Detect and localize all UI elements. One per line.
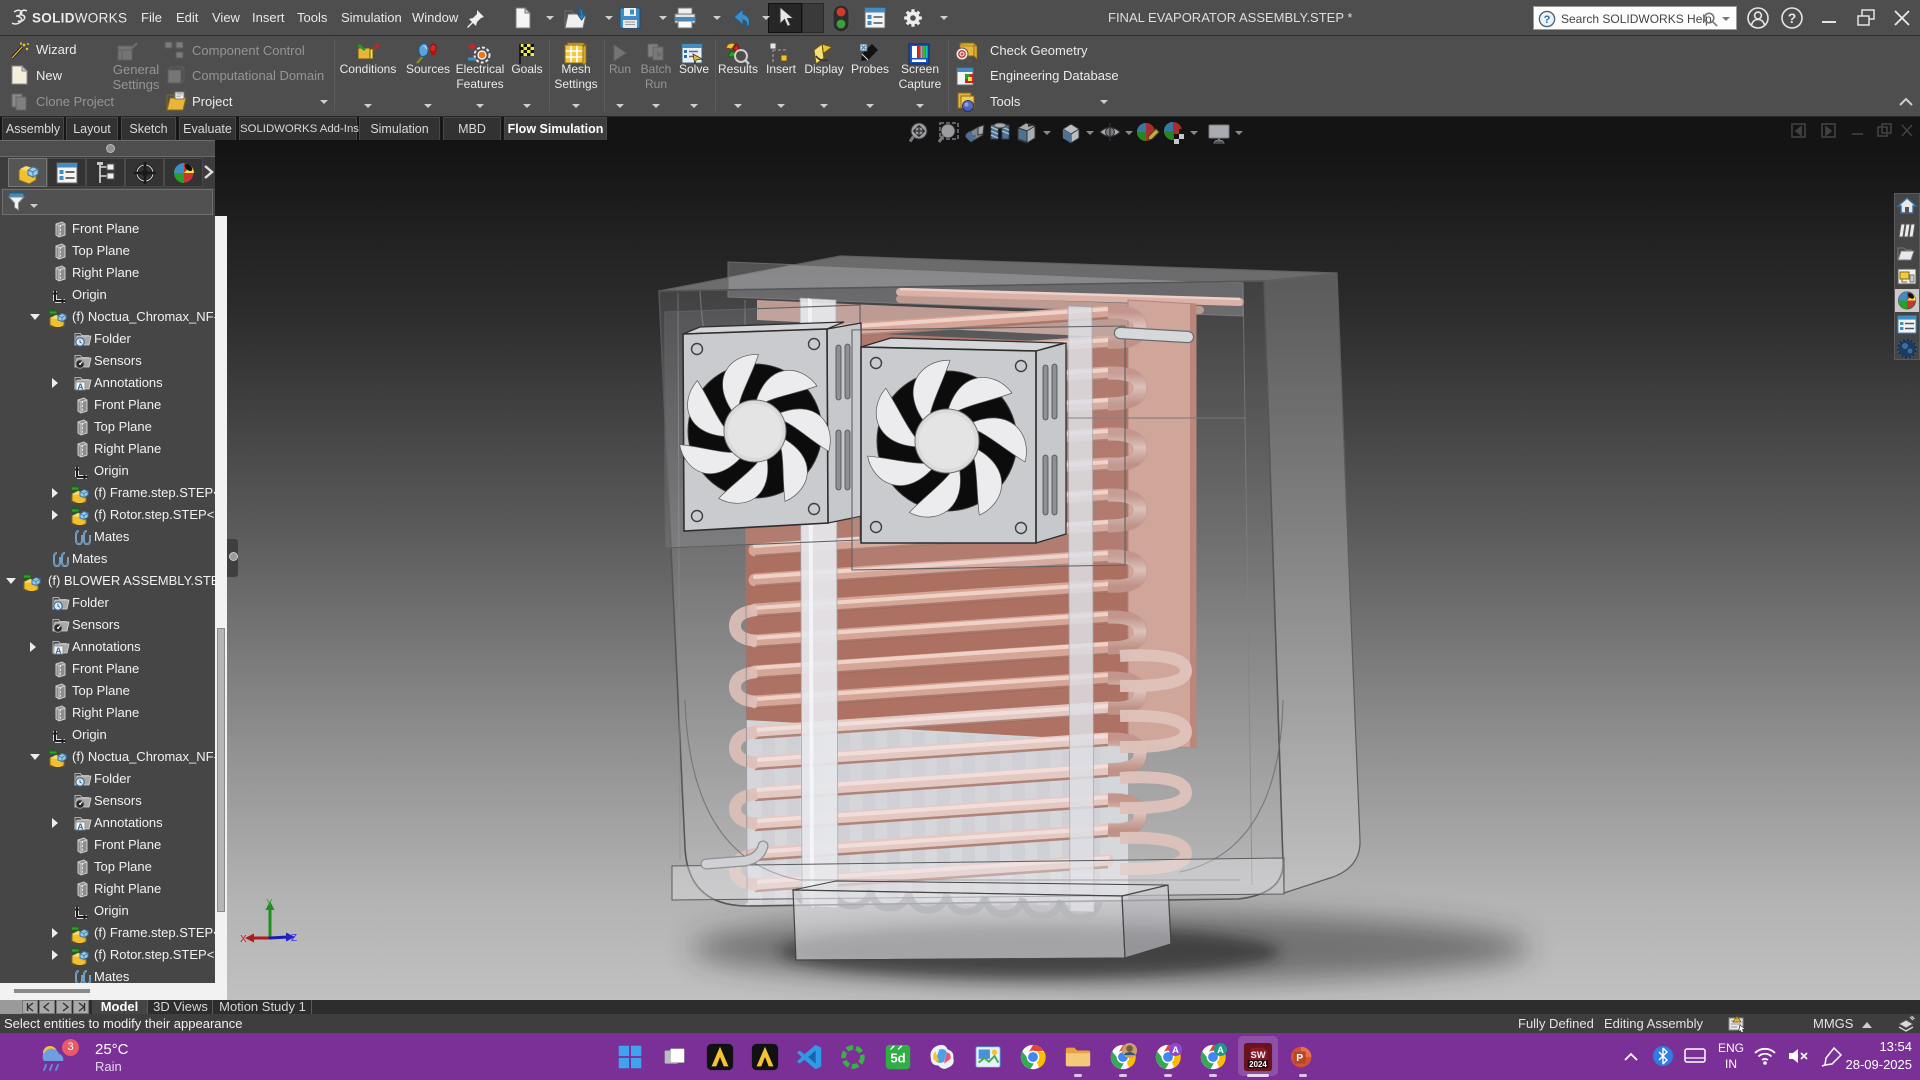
svg-text:A: A: [77, 381, 83, 391]
svg-text:?: ?: [1788, 10, 1797, 26]
svg-text:2024: 2024: [1249, 1060, 1267, 1069]
svg-text:X: X: [240, 934, 247, 945]
svg-text:A: A: [1217, 1045, 1224, 1055]
svg-text:SW: SW: [1250, 1050, 1265, 1060]
svg-text:5d: 5d: [890, 1051, 905, 1066]
svg-text:P: P: [1296, 1053, 1303, 1064]
svg-text:SOLIDWORKS: SOLIDWORKS: [32, 11, 127, 26]
svg-text:Y: Y: [266, 898, 273, 909]
svg-text:?: ?: [1544, 14, 1551, 26]
svg-text:!: !: [1736, 1018, 1737, 1024]
svg-text:Z: Z: [291, 933, 297, 944]
svg-text:A: A: [77, 821, 83, 831]
svg-text:A: A: [1172, 1045, 1179, 1055]
svg-text:A: A: [55, 645, 61, 655]
